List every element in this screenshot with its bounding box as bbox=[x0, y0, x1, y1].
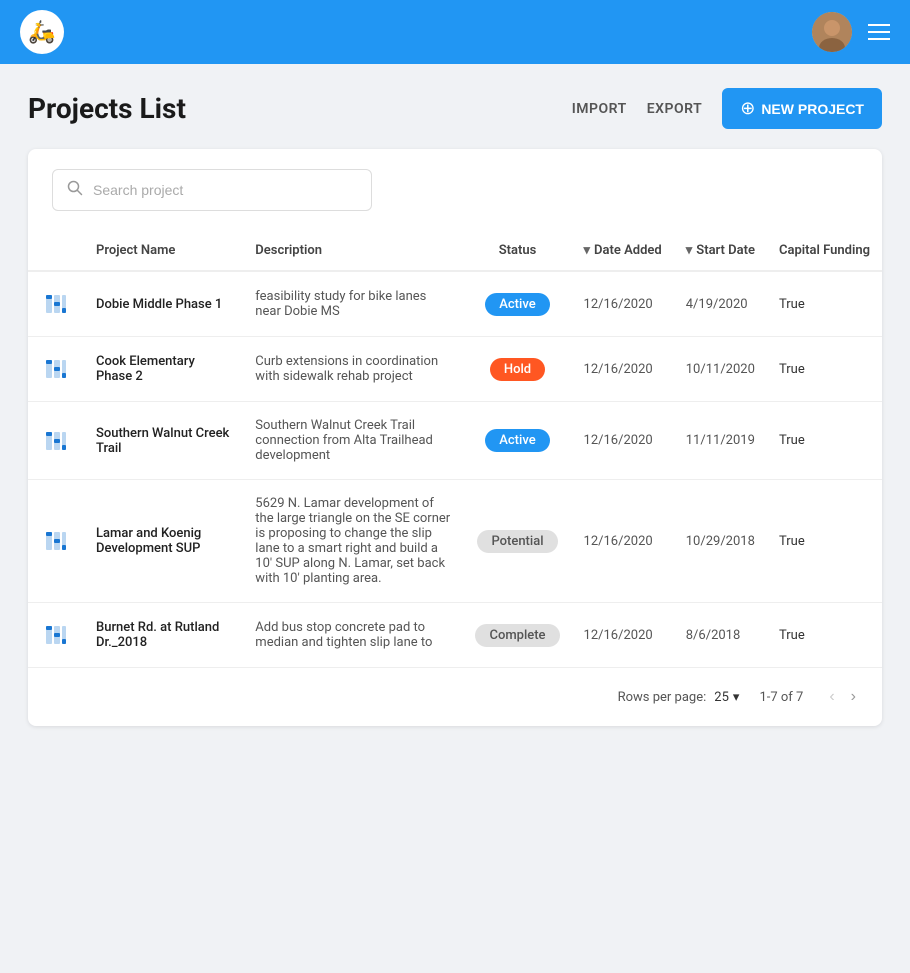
table-row[interactable]: Cook Elementary Phase 2 Curb extensions … bbox=[28, 337, 882, 402]
page-title: Projects List bbox=[28, 92, 186, 125]
table-row[interactable]: Burnet Rd. at Rutland Dr._2018 Add bus s… bbox=[28, 603, 882, 668]
projects-card: Project Name Description Status ▾Date Ad… bbox=[28, 149, 882, 726]
row-project-name: Cook Elementary Phase 2 bbox=[84, 337, 243, 402]
row-date-added: 12/16/2020 bbox=[572, 337, 674, 402]
project-icon bbox=[40, 525, 72, 557]
col-icon bbox=[28, 231, 84, 271]
new-project-label: NEW PROJECT bbox=[761, 101, 864, 117]
next-page-button[interactable]: › bbox=[845, 684, 862, 710]
import-button[interactable]: IMPORT bbox=[572, 101, 627, 117]
table-row[interactable]: Lamar and Koenig Development SUP 5629 N.… bbox=[28, 480, 882, 603]
logo-icon: 🛵 bbox=[28, 20, 55, 45]
rows-per-page-select[interactable]: 25 ▾ bbox=[714, 690, 739, 705]
page-navigation: ‹ › bbox=[823, 684, 862, 710]
row-icon-cell bbox=[28, 480, 84, 603]
col-capital-funding: Capital Funding bbox=[767, 231, 882, 271]
col-description: Description bbox=[243, 231, 463, 271]
prev-page-button[interactable]: ‹ bbox=[823, 684, 840, 710]
row-icon-cell bbox=[28, 603, 84, 668]
hamburger-line-3 bbox=[868, 38, 890, 40]
row-start-date: 10/11/2020 bbox=[674, 337, 767, 402]
row-capital-funding: True bbox=[767, 337, 882, 402]
rows-per-page-chevron-icon: ▾ bbox=[733, 690, 740, 705]
row-status-cell: Hold bbox=[463, 337, 571, 402]
avatar-image bbox=[812, 12, 852, 52]
row-date-added: 12/16/2020 bbox=[572, 603, 674, 668]
table-row[interactable]: Southern Walnut Creek Trail Southern Wal… bbox=[28, 402, 882, 480]
search-box[interactable] bbox=[52, 169, 372, 211]
row-capital-funding: True bbox=[767, 271, 882, 337]
row-status-cell: Active bbox=[463, 402, 571, 480]
sort-start-date-icon: ▾ bbox=[686, 243, 693, 258]
status-badge: Hold bbox=[490, 358, 545, 381]
row-description: feasibility study for bike lanes near Do… bbox=[243, 271, 463, 337]
row-start-date: 4/19/2020 bbox=[674, 271, 767, 337]
row-project-name: Lamar and Koenig Development SUP bbox=[84, 480, 243, 603]
projects-table-wrap: Project Name Description Status ▾Date Ad… bbox=[28, 231, 882, 667]
row-capital-funding: True bbox=[767, 480, 882, 603]
project-icon bbox=[40, 288, 72, 320]
pagination: Rows per page: 25 ▾ 1-7 of 7 ‹ › bbox=[28, 667, 882, 726]
search-container bbox=[28, 149, 882, 231]
project-icon bbox=[40, 619, 72, 651]
plus-icon: ⊕ bbox=[740, 98, 755, 119]
page-info: 1-7 of 7 bbox=[759, 690, 803, 705]
row-description: 5629 N. Lamar development of the large t… bbox=[243, 480, 463, 603]
row-description: Curb extensions in coordination with sid… bbox=[243, 337, 463, 402]
sort-date-added-icon: ▾ bbox=[584, 243, 591, 258]
project-icon bbox=[40, 353, 72, 385]
table-row[interactable]: Dobie Middle Phase 1 feasibility study f… bbox=[28, 271, 882, 337]
projects-table: Project Name Description Status ▾Date Ad… bbox=[28, 231, 882, 667]
row-icon-cell bbox=[28, 271, 84, 337]
header-right bbox=[812, 12, 890, 52]
rows-per-page-value: 25 bbox=[714, 690, 729, 705]
row-date-added: 12/16/2020 bbox=[572, 271, 674, 337]
status-badge: Active bbox=[485, 429, 549, 452]
row-project-name: Burnet Rd. at Rutland Dr._2018 bbox=[84, 603, 243, 668]
row-date-added: 12/16/2020 bbox=[572, 480, 674, 603]
row-project-name: Dobie Middle Phase 1 bbox=[84, 271, 243, 337]
main-content: Projects List IMPORT EXPORT ⊕ NEW PROJEC… bbox=[0, 64, 910, 750]
project-icon bbox=[40, 425, 72, 457]
row-capital-funding: True bbox=[767, 402, 882, 480]
row-start-date: 11/11/2019 bbox=[674, 402, 767, 480]
row-status-cell: Potential bbox=[463, 480, 571, 603]
app-header: 🛵 bbox=[0, 0, 910, 64]
row-project-name: Southern Walnut Creek Trail bbox=[84, 402, 243, 480]
row-status-cell: Complete bbox=[463, 603, 571, 668]
row-description: Add bus stop concrete pad to median and … bbox=[243, 603, 463, 668]
title-actions: IMPORT EXPORT ⊕ NEW PROJECT bbox=[572, 88, 882, 129]
export-button[interactable]: EXPORT bbox=[647, 101, 702, 117]
col-project-name: Project Name bbox=[84, 231, 243, 271]
row-icon-cell bbox=[28, 337, 84, 402]
row-status-cell: Active bbox=[463, 271, 571, 337]
col-start-date[interactable]: ▾Start Date bbox=[674, 231, 767, 271]
search-input[interactable] bbox=[93, 182, 357, 198]
avatar[interactable] bbox=[812, 12, 852, 52]
status-badge: Active bbox=[485, 293, 549, 316]
col-status: Status bbox=[463, 231, 571, 271]
col-date-added[interactable]: ▾Date Added bbox=[572, 231, 674, 271]
row-start-date: 8/6/2018 bbox=[674, 603, 767, 668]
row-description: Southern Walnut Creek Trail connection f… bbox=[243, 402, 463, 480]
hamburger-menu[interactable] bbox=[868, 24, 890, 40]
row-start-date: 10/29/2018 bbox=[674, 480, 767, 603]
logo[interactable]: 🛵 bbox=[20, 10, 64, 54]
row-date-added: 12/16/2020 bbox=[572, 402, 674, 480]
table-body: Dobie Middle Phase 1 feasibility study f… bbox=[28, 271, 882, 667]
status-badge: Potential bbox=[477, 530, 557, 553]
row-icon-cell bbox=[28, 402, 84, 480]
title-row: Projects List IMPORT EXPORT ⊕ NEW PROJEC… bbox=[28, 88, 882, 129]
hamburger-line-2 bbox=[868, 31, 890, 33]
new-project-button[interactable]: ⊕ NEW PROJECT bbox=[722, 88, 882, 129]
table-header: Project Name Description Status ▾Date Ad… bbox=[28, 231, 882, 271]
rows-per-page-container: Rows per page: 25 ▾ bbox=[618, 690, 740, 705]
hamburger-line-1 bbox=[868, 24, 890, 26]
row-capital-funding: True bbox=[767, 603, 882, 668]
rows-per-page-label: Rows per page: bbox=[618, 690, 707, 705]
search-icon bbox=[67, 180, 83, 200]
status-badge: Complete bbox=[475, 624, 559, 647]
